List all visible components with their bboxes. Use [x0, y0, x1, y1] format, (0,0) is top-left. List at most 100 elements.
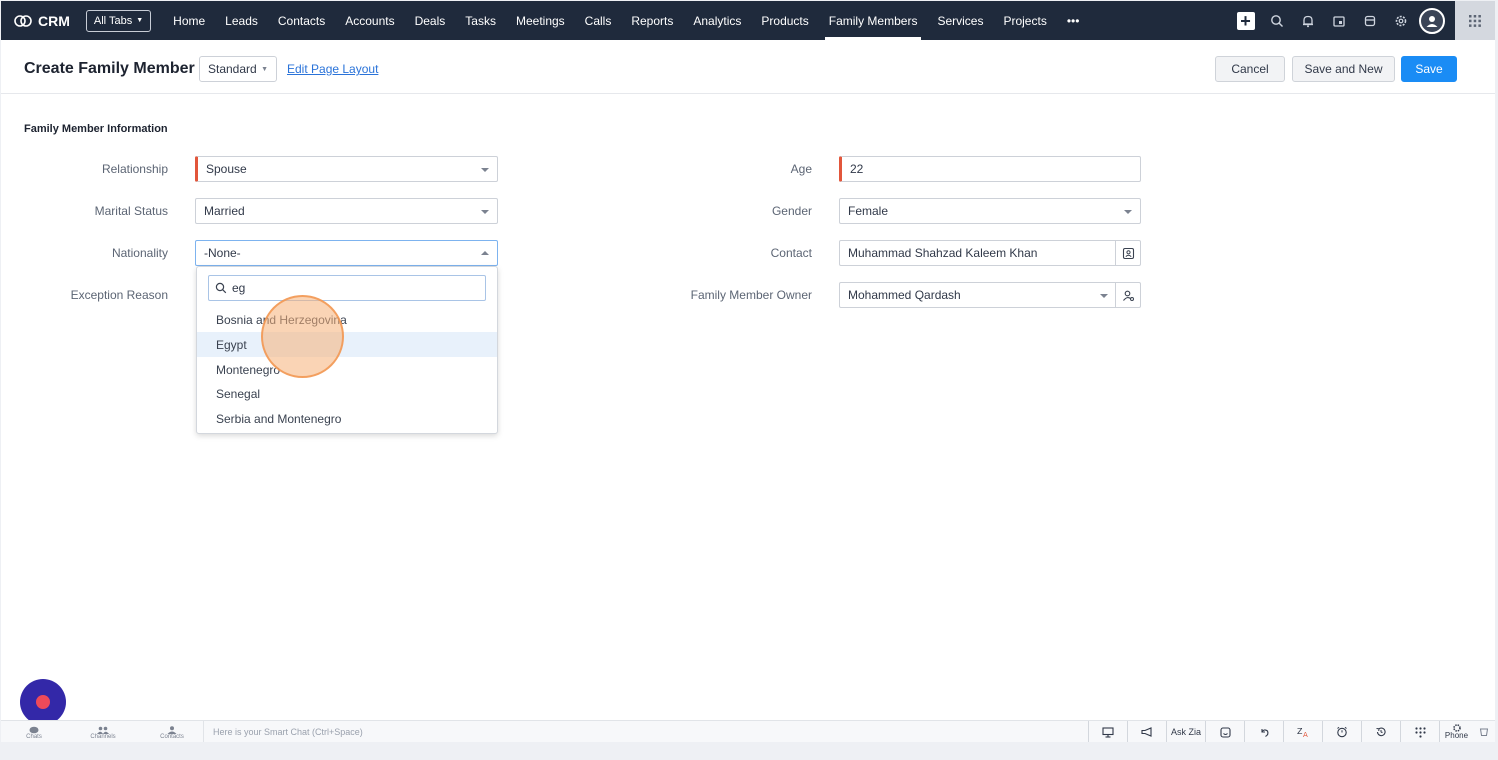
zia-assistant-button[interactable]: [20, 679, 66, 725]
page-header: Create Family Member Standard ▼ Edit Pag…: [1, 40, 1495, 94]
tab-tasks[interactable]: Tasks: [455, 1, 506, 40]
screen-share-icon[interactable]: [1087, 721, 1127, 742]
contacts-label: Contacts: [160, 734, 184, 740]
tab-family-members[interactable]: Family Members: [819, 1, 928, 40]
apps-grid-icon[interactable]: [1455, 1, 1495, 40]
marital-status-select[interactable]: Married: [195, 198, 498, 224]
layout-value: Standard: [208, 62, 257, 76]
alarm-clock-icon[interactable]: [1322, 721, 1361, 742]
channels-button[interactable]: Channels: [83, 723, 123, 742]
age-input[interactable]: 22: [839, 156, 1141, 182]
record-dot-icon: [36, 695, 50, 709]
chat-bubble-icon: [29, 726, 39, 734]
owner-lookup-icon[interactable]: [1115, 283, 1140, 307]
chevron-down-icon: [1124, 210, 1132, 214]
relationship-select[interactable]: Spouse: [195, 156, 498, 182]
crm-window: CRM All Tabs ▼ Home Leads Contacts Accou…: [1, 1, 1495, 742]
search-icon[interactable]: [1261, 1, 1292, 40]
megaphone-icon[interactable]: [1126, 721, 1166, 742]
save-and-new-button[interactable]: Save and New: [1292, 56, 1395, 82]
gear-icon[interactable]: [1385, 1, 1416, 40]
option-egypt[interactable]: Egypt: [197, 332, 497, 357]
phone-button[interactable]: Phone: [1439, 721, 1473, 742]
contact-lookup[interactable]: Muhammad Shahzad Kaleem Khan: [839, 240, 1141, 266]
chevron-down-icon: [1100, 294, 1108, 298]
edit-page-layout-link[interactable]: Edit Page Layout: [287, 62, 378, 76]
more-tabs-icon[interactable]: •••: [1057, 1, 1090, 40]
undo-icon[interactable]: [1244, 721, 1283, 742]
avatar[interactable]: [1416, 1, 1447, 40]
channels-label: Channels: [90, 734, 116, 740]
relationship-value: Spouse: [206, 162, 247, 176]
tab-deals[interactable]: Deals: [405, 1, 456, 40]
translate-icon[interactable]: ZA: [1283, 721, 1322, 742]
phone-label: Phone: [1444, 731, 1469, 740]
tab-leads[interactable]: Leads: [215, 1, 268, 40]
nationality-select[interactable]: -None-: [195, 240, 498, 266]
owner-select[interactable]: Mohammed Qardash: [839, 282, 1141, 308]
search-value: eg: [232, 281, 246, 295]
contact-person-icon: [167, 726, 177, 734]
option-senegal[interactable]: Senegal: [197, 381, 497, 406]
cancel-button[interactable]: Cancel: [1215, 56, 1285, 82]
history-icon[interactable]: [1361, 721, 1400, 742]
tab-analytics[interactable]: Analytics: [683, 1, 751, 40]
tab-calls[interactable]: Calls: [575, 1, 622, 40]
nationality-search-input[interactable]: eg: [208, 275, 486, 301]
user-avatar-icon: [1426, 15, 1437, 27]
dialpad-icon[interactable]: [1400, 721, 1439, 742]
crm-logo-icon: [14, 14, 32, 27]
nationality-value: -None-: [204, 246, 241, 260]
chevron-down-icon: [481, 210, 489, 214]
sticky-note-icon[interactable]: [1205, 721, 1244, 742]
tab-home[interactable]: Home: [163, 1, 215, 40]
contacts-button[interactable]: Contacts: [152, 723, 192, 742]
option-montenegro[interactable]: Montenegro: [197, 357, 497, 382]
calendar-icon[interactable]: [1323, 1, 1354, 40]
tab-contacts[interactable]: Contacts: [268, 1, 335, 40]
plus-icon[interactable]: +: [1230, 1, 1261, 40]
owner-value: Mohammed Qardash: [848, 288, 961, 302]
all-tabs-label: All Tabs: [93, 14, 133, 27]
age-value: 22: [850, 162, 864, 176]
channels-icon: [97, 726, 109, 734]
top-nav: CRM All Tabs ▼ Home Leads Contacts Accou…: [1, 1, 1495, 40]
tab-projects[interactable]: Projects: [993, 1, 1056, 40]
relationship-label: Relationship: [101, 162, 168, 176]
marital-status-value: Married: [204, 204, 245, 218]
layout-select[interactable]: Standard ▼: [199, 56, 277, 82]
chats-button[interactable]: Chats: [14, 723, 54, 742]
save-button[interactable]: Save: [1401, 56, 1457, 82]
ask-zia-button[interactable]: Ask Zia: [1165, 721, 1205, 742]
option-bosnia-and-herzegovina[interactable]: Bosnia and Herzegovina: [197, 307, 497, 332]
smart-chat-input[interactable]: Here is your Smart Chat (Ctrl+Space): [203, 721, 1083, 742]
chevron-down-icon: ▼: [261, 65, 268, 73]
search-icon: [215, 282, 227, 294]
all-tabs-button[interactable]: All Tabs ▼: [85, 9, 152, 32]
tab-meetings[interactable]: Meetings: [506, 1, 575, 40]
exception-reason-label: Exception Reason: [70, 288, 168, 302]
owner-label: Family Member Owner: [690, 288, 812, 302]
marital-status-label: Marital Status: [94, 204, 168, 218]
store-icon[interactable]: [1354, 1, 1385, 40]
module-tabs: Home Leads Contacts Accounts Deals Tasks…: [163, 1, 1089, 40]
bell-icon[interactable]: [1292, 1, 1323, 40]
bottom-tools: Ask Zia ZA Phone: [1087, 721, 1495, 742]
contact-lookup-icon[interactable]: [1115, 241, 1140, 265]
svg-text:A: A: [1303, 731, 1308, 738]
gender-select[interactable]: Female: [839, 198, 1141, 224]
chevron-up-icon: [481, 251, 489, 255]
nationality-dropdown: eg Bosnia and Herzegovina Egypt Monteneg…: [196, 266, 498, 434]
crm-logo[interactable]: CRM: [13, 13, 70, 29]
option-serbia-and-montenegro[interactable]: Serbia and Montenegro: [197, 406, 497, 431]
contact-label: Contact: [770, 246, 812, 260]
cup-icon[interactable]: [1473, 721, 1495, 742]
tab-products[interactable]: Products: [751, 1, 818, 40]
gender-value: Female: [848, 204, 889, 218]
tab-services[interactable]: Services: [927, 1, 993, 40]
chevron-down-icon: [481, 168, 489, 172]
tab-reports[interactable]: Reports: [621, 1, 683, 40]
age-label: Age: [790, 162, 812, 176]
contact-value: Muhammad Shahzad Kaleem Khan: [848, 246, 1038, 260]
tab-accounts[interactable]: Accounts: [335, 1, 404, 40]
